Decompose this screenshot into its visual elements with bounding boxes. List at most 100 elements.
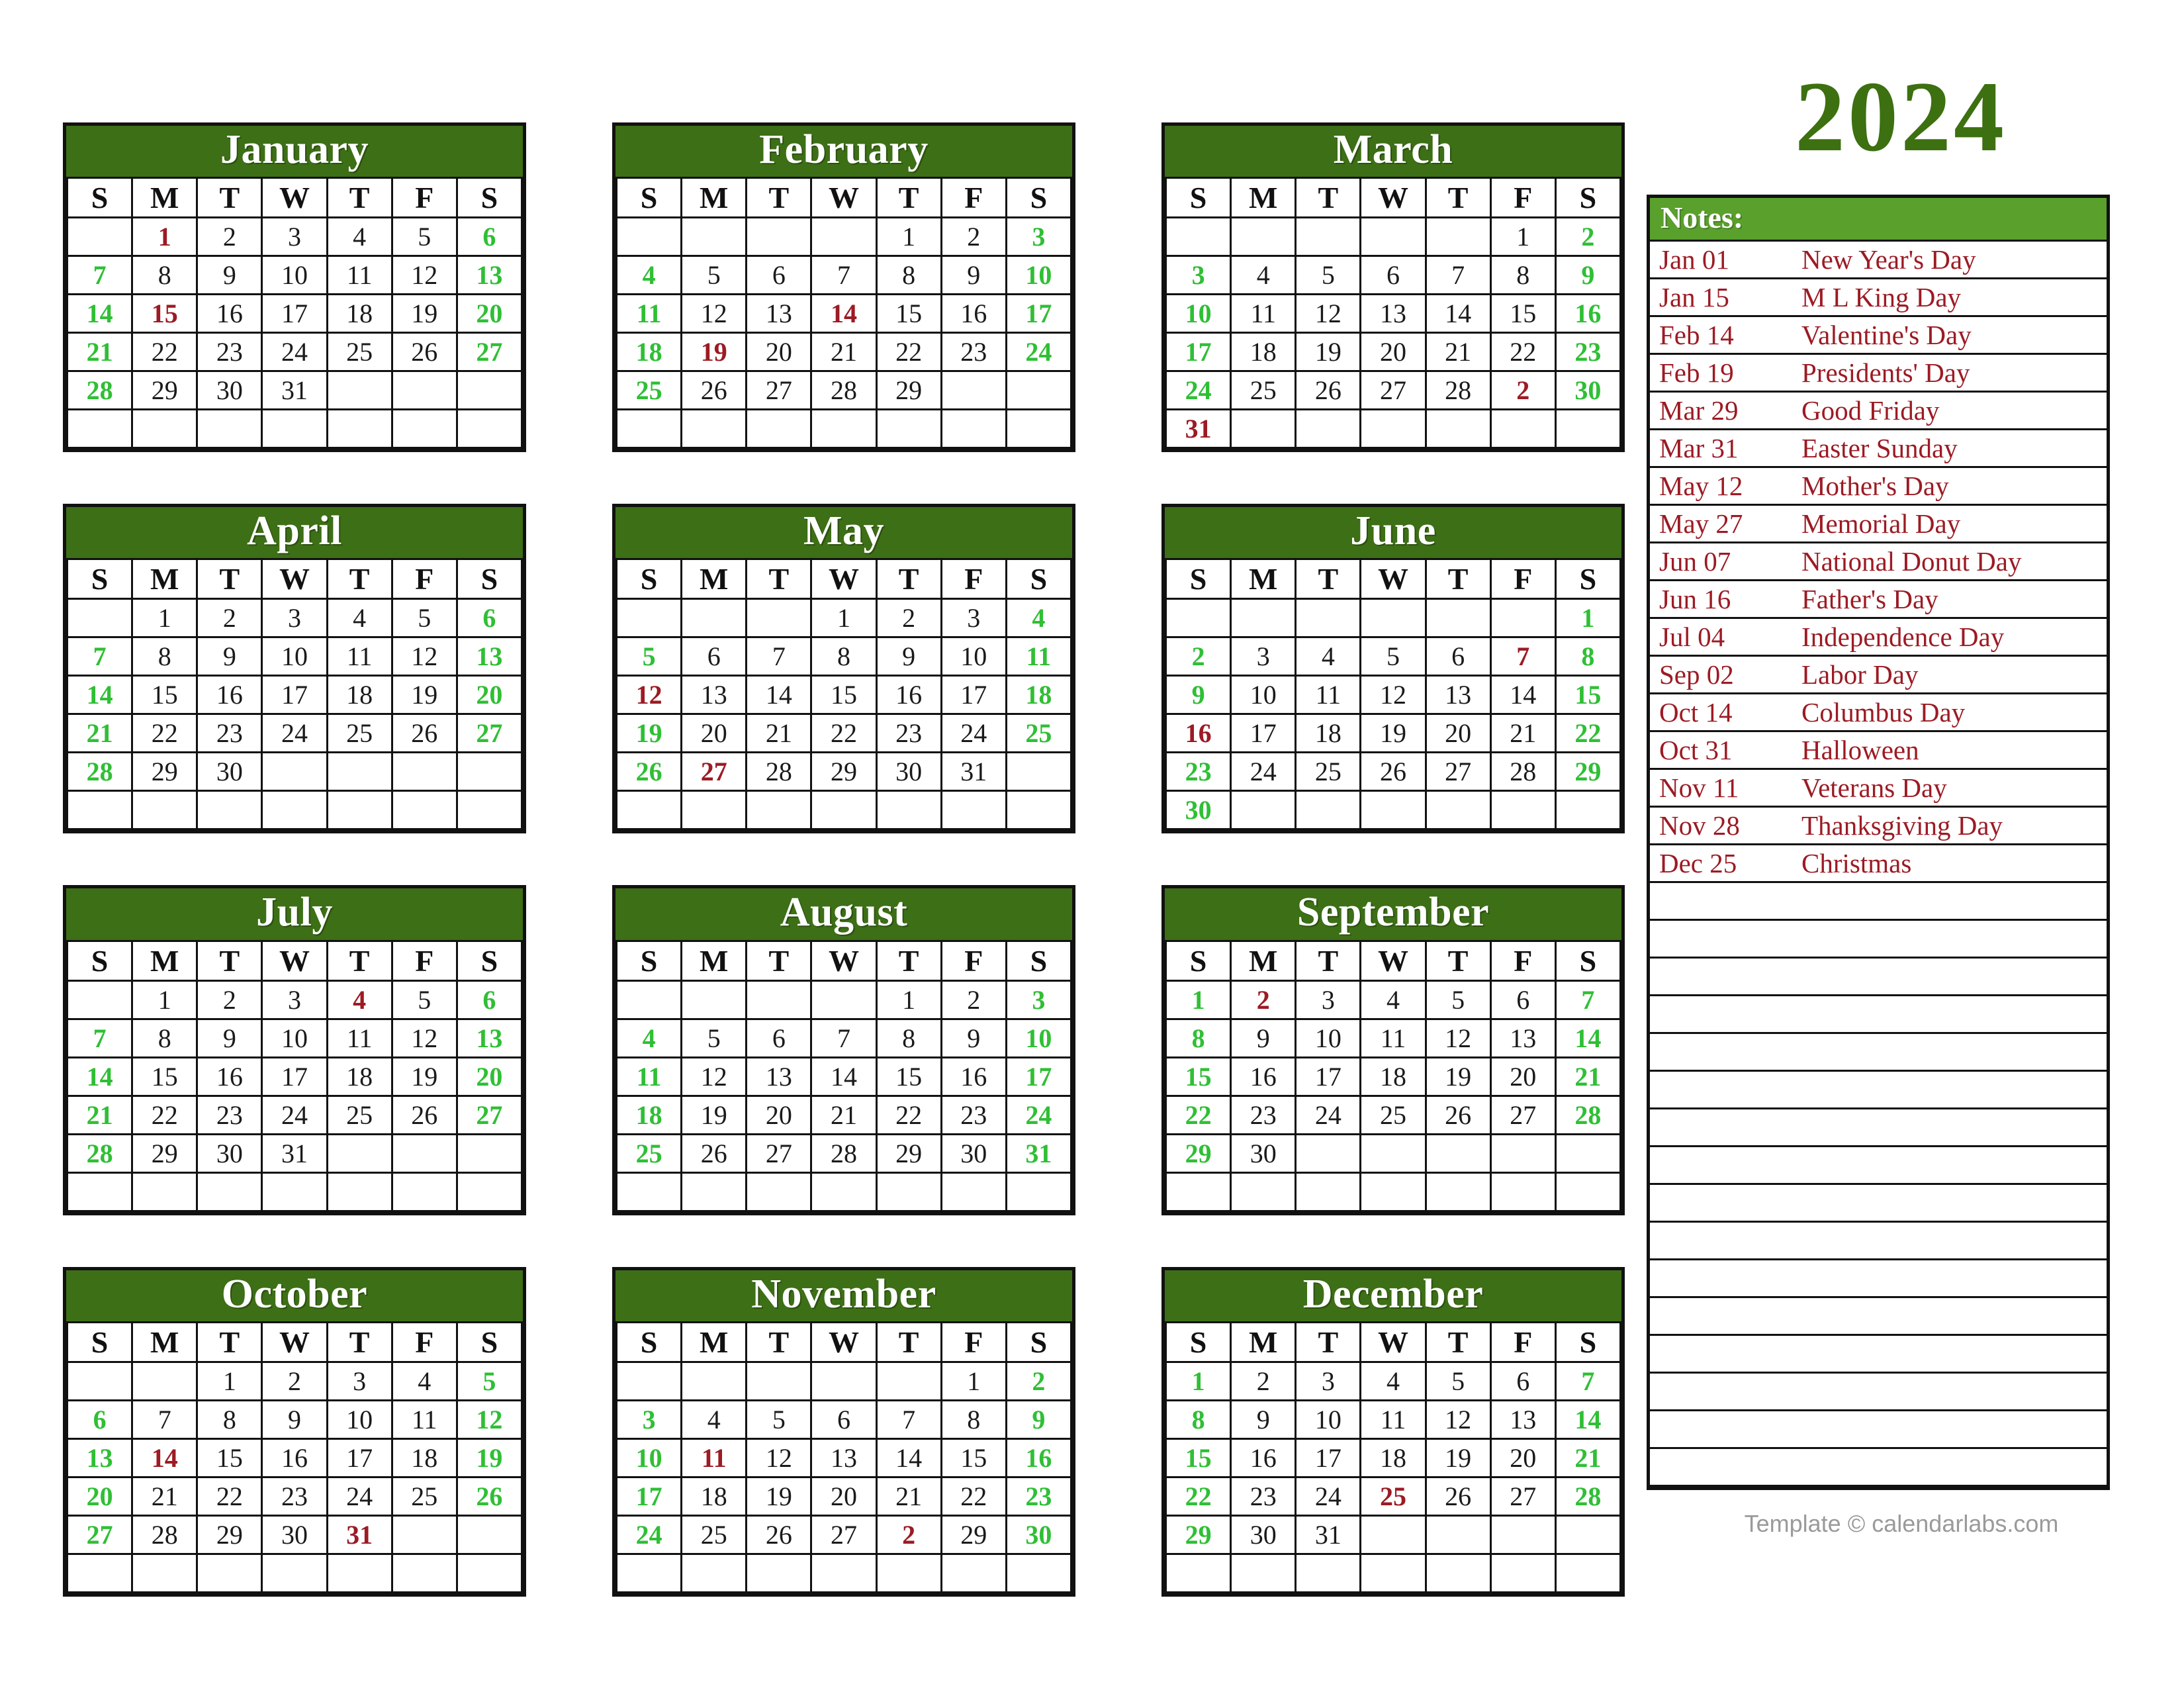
day-cell[interactable]: 8 [1489,255,1557,296]
day-cell[interactable]: 31 [1164,408,1232,449]
day-cell[interactable]: 17 [1164,332,1232,373]
day-cell[interactable]: 10 [1295,1017,1362,1058]
day-cell[interactable]: 9 [1230,1399,1297,1440]
day-cell[interactable]: 2 [875,598,942,639]
day-cell[interactable]: 12 [390,636,458,677]
day-cell[interactable]: 8 [810,636,878,677]
day-cell[interactable]: 27 [745,370,813,411]
day-cell[interactable]: 5 [390,598,458,639]
day-cell[interactable]: 17 [1230,713,1297,754]
note-blank-row[interactable] [1650,1183,2107,1223]
day-cell[interactable]: 5 [390,979,458,1020]
day-cell[interactable]: 14 [1554,1399,1622,1440]
day-cell[interactable]: 14 [66,293,134,334]
day-cell[interactable]: 9 [940,1017,1007,1058]
day-cell[interactable]: 12 [455,1399,523,1440]
day-cell[interactable]: 9 [940,255,1007,296]
day-cell[interactable]: 3 [261,979,328,1020]
day-cell[interactable]: 9 [1005,1399,1073,1440]
day-cell[interactable]: 6 [680,636,748,677]
day-cell[interactable]: 17 [1295,1056,1362,1097]
day-cell[interactable]: 30 [940,1133,1007,1174]
day-cell[interactable]: 13 [745,1056,813,1097]
day-cell[interactable]: 2 [261,1360,328,1401]
day-cell[interactable]: 28 [810,370,878,411]
day-cell[interactable]: 28 [810,1133,878,1174]
day-cell[interactable]: 7 [1554,1360,1622,1401]
day-cell[interactable]: 11 [615,293,683,334]
day-cell[interactable]: 9 [261,1399,328,1440]
day-cell[interactable]: 21 [131,1476,199,1517]
day-cell[interactable]: 3 [326,1360,393,1401]
day-cell[interactable]: 28 [1554,1476,1622,1517]
note-blank-date-cell[interactable] [1650,1032,1792,1072]
day-cell[interactable]: 18 [615,332,683,373]
day-cell[interactable]: 18 [1359,1437,1427,1478]
day-cell[interactable]: 30 [196,751,263,792]
day-cell[interactable]: 15 [131,1056,199,1097]
day-cell[interactable]: 24 [1005,1094,1073,1135]
day-cell[interactable]: 11 [1005,636,1073,677]
day-cell[interactable]: 7 [745,636,813,677]
note-blank-date-cell[interactable] [1650,994,1792,1035]
day-cell[interactable]: 22 [875,1094,942,1135]
day-cell[interactable]: 13 [1359,293,1427,334]
day-cell[interactable]: 4 [615,1017,683,1058]
note-blank-row[interactable] [1650,994,2107,1035]
day-cell[interactable]: 28 [745,751,813,792]
day-cell[interactable]: 19 [745,1476,813,1517]
day-cell[interactable]: 20 [455,293,523,334]
day-cell[interactable]: 12 [680,1056,748,1097]
day-cell[interactable]: 8 [196,1399,263,1440]
day-cell[interactable]: 24 [261,713,328,754]
day-cell[interactable]: 9 [1164,675,1232,716]
day-cell[interactable]: 11 [326,255,393,296]
day-cell[interactable]: 9 [1230,1017,1297,1058]
day-cell[interactable]: 8 [940,1399,1007,1440]
day-cell[interactable]: 15 [131,675,199,716]
day-cell[interactable]: 30 [1554,370,1622,411]
day-cell[interactable]: 30 [1230,1133,1297,1174]
day-cell[interactable]: 20 [455,675,523,716]
day-cell[interactable]: 16 [1164,713,1232,754]
day-cell[interactable]: 26 [680,1133,748,1174]
day-cell[interactable]: 9 [1554,255,1622,296]
day-cell[interactable]: 13 [810,1437,878,1478]
day-cell[interactable]: 5 [680,255,748,296]
day-cell[interactable]: 22 [1164,1094,1232,1135]
day-cell[interactable]: 19 [1359,713,1427,754]
note-blank-label-cell[interactable] [1792,1372,2107,1412]
day-cell[interactable]: 2 [940,216,1007,258]
day-cell[interactable]: 18 [326,675,393,716]
day-cell[interactable]: 18 [326,1056,393,1097]
day-cell[interactable]: 17 [326,1437,393,1478]
day-cell[interactable]: 20 [745,332,813,373]
day-cell[interactable]: 14 [1489,675,1557,716]
day-cell[interactable]: 28 [1424,370,1492,411]
day-cell[interactable]: 26 [390,713,458,754]
note-blank-row[interactable] [1650,1032,2107,1072]
day-cell[interactable]: 18 [326,293,393,334]
day-cell[interactable]: 1 [875,979,942,1020]
note-blank-date-cell[interactable] [1650,1372,1792,1412]
day-cell[interactable]: 22 [1489,332,1557,373]
day-cell[interactable]: 27 [745,1133,813,1174]
note-blank-row[interactable] [1650,1070,2107,1110]
day-cell[interactable]: 2 [1489,370,1557,411]
day-cell[interactable]: 29 [875,370,942,411]
day-cell[interactable]: 4 [390,1360,458,1401]
day-cell[interactable]: 9 [196,255,263,296]
day-cell[interactable]: 13 [455,1017,523,1058]
day-cell[interactable]: 18 [615,1094,683,1135]
day-cell[interactable]: 4 [326,598,393,639]
note-blank-label-cell[interactable] [1792,1221,2107,1261]
day-cell[interactable]: 31 [261,1133,328,1174]
day-cell[interactable]: 27 [680,751,748,792]
day-cell[interactable]: 24 [261,332,328,373]
day-cell[interactable]: 9 [196,1017,263,1058]
day-cell[interactable]: 26 [390,332,458,373]
note-blank-date-cell[interactable] [1650,1183,1792,1223]
note-blank-label-cell[interactable] [1792,1258,2107,1299]
day-cell[interactable]: 26 [745,1514,813,1555]
day-cell[interactable]: 24 [1164,370,1232,411]
